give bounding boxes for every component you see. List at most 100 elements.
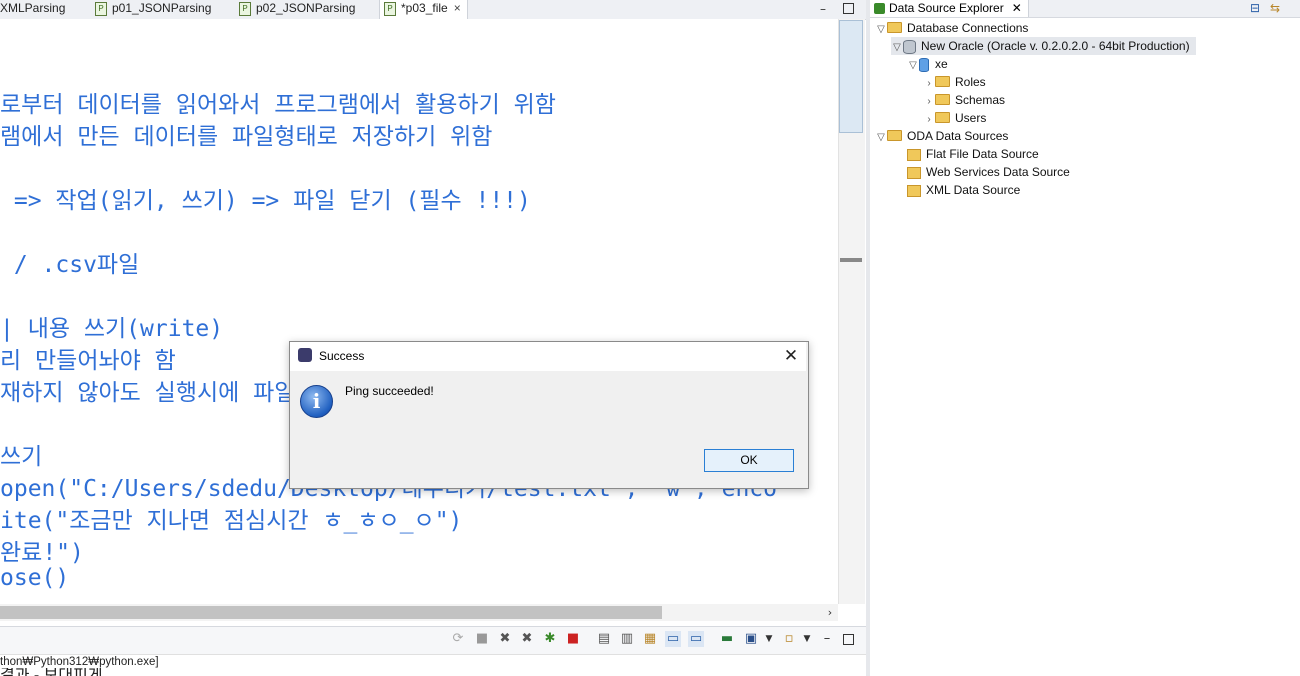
tree-item-label: XML Data Source: [926, 183, 1021, 197]
terminate-relaunch-icon[interactable]: ⟳: [450, 631, 466, 647]
editor-tab-bar: XMLParsing Pp01_JSONParsing Pp02_JSONPar…: [0, 0, 866, 20]
minimize-icon[interactable]: –: [819, 631, 835, 647]
tree-item-label: Database Connections: [907, 21, 1029, 35]
tree-item-label: Flat File Data Source: [926, 147, 1039, 161]
tree-item-label: Users: [955, 111, 987, 125]
code-line: ose(): [0, 565, 70, 591]
dialog-close-icon[interactable]: ✕: [778, 342, 804, 371]
tree-item-xe[interactable]: ▽ xe: [907, 55, 948, 73]
chevron-down-icon[interactable]: ▼: [799, 631, 815, 647]
debug-icon[interactable]: ✱: [542, 631, 558, 647]
folder-icon: [887, 130, 902, 142]
scroll-lock-icon[interactable]: ▥: [619, 631, 635, 647]
remove-launch-icon[interactable]: ✖: [497, 631, 513, 647]
code-line: 쓰기: [0, 444, 43, 470]
info-icon: i: [300, 385, 333, 418]
remove-all-icon[interactable]: ✖: [519, 631, 535, 647]
show-console-stderr-icon[interactable]: ▭: [688, 631, 704, 647]
python-file-icon: P: [239, 1, 251, 16]
maximize-icon[interactable]: [843, 3, 854, 14]
expanded-chevron-icon[interactable]: ▽: [875, 21, 887, 39]
code-line: 리 만들어놔야 함: [0, 348, 176, 374]
tree-item-web-services-data-source[interactable]: Web Services Data Source: [907, 163, 1070, 181]
code-line: 로부터 데이터를 읽어와서 프로그램에서 활용하기 위함: [0, 92, 556, 118]
maximize-icon[interactable]: [843, 634, 854, 645]
tab-p01-jsonparsing[interactable]: Pp01_JSONParsing: [95, 0, 211, 19]
tree-item-database-connections[interactable]: ▽ Database Connections: [875, 19, 1028, 37]
tab-close-icon[interactable]: ×: [454, 1, 461, 15]
tab-p02-jsonparsing[interactable]: Pp02_JSONParsing: [239, 0, 355, 19]
tab-close-icon[interactable]: ✕: [1012, 1, 1022, 15]
code-line: ite("조금만 지나면 점심시간 ㅎ_ㅎㅇ_ㅇ"): [0, 508, 463, 534]
minimize-icon[interactable]: –: [820, 2, 832, 16]
python-file-icon: P: [95, 1, 107, 16]
tab-label: p01_JSONParsing: [112, 1, 212, 15]
database-schema-icon: [919, 57, 929, 72]
scroll-right-arrow-icon[interactable]: ›: [822, 604, 838, 621]
code-line: 램에서 만든 데이터를 파일형태로 저장하기 위함: [0, 124, 493, 150]
tab-data-source-explorer[interactable]: Data Source Explorer ✕: [870, 0, 1029, 17]
data-source-explorer-icon: [874, 3, 885, 15]
tab-label: p02_JSONParsing: [256, 1, 356, 15]
folder-icon: [935, 94, 950, 106]
console-output: 결과 - 보대피게: [0, 668, 866, 676]
tab-label: XMLParsing: [0, 1, 66, 15]
database-icon: [903, 39, 916, 54]
pin-console-icon[interactable]: ▬: [719, 631, 735, 647]
chevron-down-icon[interactable]: ▼: [761, 631, 777, 647]
tree-item-users[interactable]: › Users: [923, 109, 986, 127]
folder-icon: [935, 76, 950, 88]
console-process-path: thon₩Python312₩python.exe]: [0, 654, 866, 669]
folder-icon: [887, 22, 902, 34]
expanded-chevron-icon[interactable]: ▽: [907, 57, 919, 75]
tree-item-new-oracle[interactable]: ▽ New Oracle (Oracle v. 0.2.0.2.0 - 64bit…: [891, 37, 1196, 55]
display-console-icon[interactable]: ▣: [743, 631, 759, 647]
tree-item-oda-data-sources[interactable]: ▽ ODA Data Sources: [875, 127, 1008, 145]
tree-item-flat-file-data-source[interactable]: Flat File Data Source: [907, 145, 1039, 163]
tree-item-label: Roles: [955, 75, 986, 89]
tab-label: *p03_file: [401, 1, 448, 15]
horizontal-scrollbar-thumb[interactable]: [0, 606, 662, 619]
collapse-all-icon[interactable]: ⊟: [1248, 1, 1262, 15]
code-line: | 내용 쓰기(write): [0, 316, 224, 342]
tree-item-label: ODA Data Sources: [907, 129, 1009, 143]
console-toolbar: [0, 626, 866, 655]
open-folder-icon: [907, 148, 921, 161]
code-editor[interactable]: 로부터 데이터를 읽어와서 프로그램에서 활용하기 위함 램에서 만든 데이터를…: [0, 19, 838, 604]
code-line: 재하지 않아도 실행시에 파일: [0, 380, 296, 406]
expanded-chevron-icon[interactable]: ▽: [875, 129, 887, 147]
code-line: / .csv파일: [0, 245, 139, 279]
code-line: 완료!"): [0, 540, 84, 566]
tree-item-label: New Oracle (Oracle v. 0.2.0.2.0 - 64bit …: [921, 39, 1190, 53]
show-console-stdout-icon[interactable]: ▭: [665, 631, 681, 647]
tree-item-schemas[interactable]: › Schemas: [923, 91, 1005, 109]
dialog-title-bar[interactable]: [290, 342, 806, 371]
python-file-icon: P: [384, 1, 396, 16]
dialog-message: Ping succeeded!: [345, 384, 434, 398]
eclipse-app-icon: [298, 348, 312, 362]
tree-item-roles[interactable]: › Roles: [923, 73, 986, 91]
folder-icon: [935, 112, 950, 124]
tree-item-label: xe: [935, 57, 948, 71]
tree-item-xml-data-source[interactable]: XML Data Source: [907, 181, 1020, 199]
word-wrap-icon[interactable]: ▦: [642, 631, 658, 647]
link-with-editor-icon[interactable]: ⇆: [1268, 1, 1282, 15]
ok-button[interactable]: OK: [704, 449, 794, 472]
open-console-icon[interactable]: ▫: [781, 631, 797, 647]
tree-item-label: Web Services Data Source: [926, 165, 1070, 179]
open-folder-icon: [907, 166, 921, 179]
tab-xmlparsing[interactable]: XMLParsing: [0, 0, 65, 19]
stop-all-icon[interactable]: ■: [565, 631, 581, 647]
tab-p03-file[interactable]: P *p03_file ×: [379, 0, 468, 19]
tab-label: Data Source Explorer: [889, 1, 1004, 15]
overview-ruler-mark: [840, 258, 862, 262]
dialog-title: Success: [319, 349, 365, 363]
code-text: / .csv파일: [0, 252, 140, 278]
terminate-icon[interactable]: ■: [474, 631, 490, 647]
clear-console-icon[interactable]: ▤: [596, 631, 612, 647]
vertical-scrollbar-thumb[interactable]: [839, 20, 863, 133]
tree-item-label: Schemas: [955, 93, 1006, 107]
open-folder-icon: [907, 184, 921, 197]
code-line: => 작업(읽기, 쓰기) => 파일 닫기 (필수 !!!): [0, 188, 531, 214]
expanded-chevron-icon[interactable]: ▽: [891, 39, 903, 57]
